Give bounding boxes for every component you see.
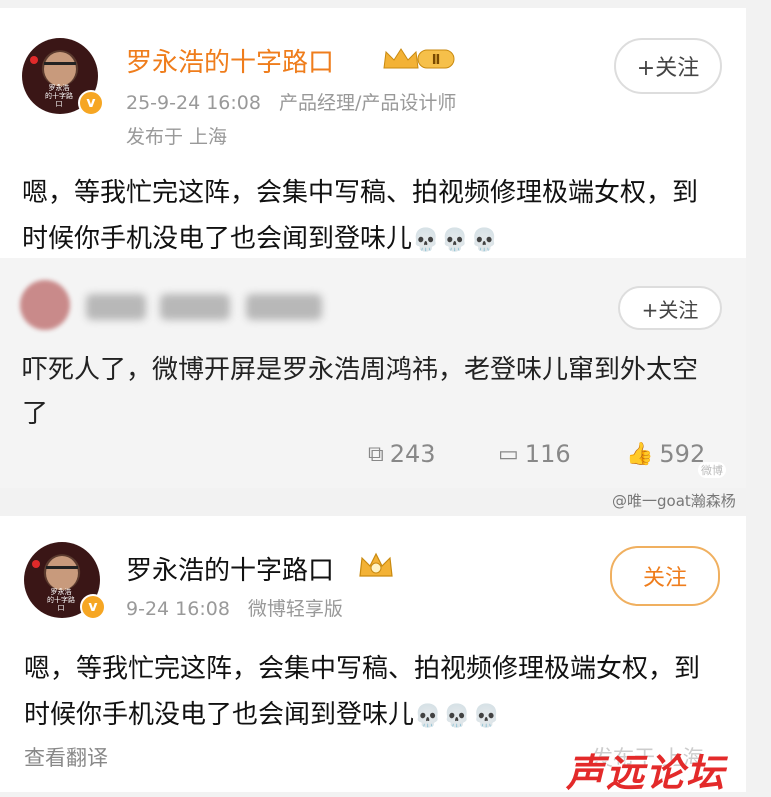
repost-follow-button[interactable]: +关注: [618, 286, 722, 330]
post-source: 微博轻享版: [247, 598, 343, 620]
author-watermark: @唯一goat瀚森杨: [612, 492, 736, 510]
like-action[interactable]: 👍 592: [626, 440, 705, 468]
crown-icon: [359, 552, 393, 577]
follow-button[interactable]: 关注: [610, 546, 720, 606]
weibo-tiny-watermark: 微博: [698, 462, 726, 478]
comment-action[interactable]: ▭ 116: [498, 440, 571, 468]
avatar-glasses: [44, 62, 76, 71]
share-icon: ⧉: [368, 441, 384, 467]
follow-button[interactable]: +关注: [614, 38, 722, 94]
user-title: 产品经理/产品设计师: [278, 92, 457, 114]
post-time: 9-24 16:08: [126, 598, 230, 620]
thumbs-up-icon: 👍: [626, 441, 654, 467]
blurred-avatar: [20, 280, 70, 330]
repost-text: 吓死人了，微博开屏是罗永浩周鸿祎，老登味儿窜到外太空了: [22, 355, 699, 429]
skull-emoji-icon: 💀💀💀: [414, 704, 503, 729]
post-body: 嗯，等我忙完这阵，会集中写稿、拍视频修理极端女权，到时候你手机没电了也会闻到登味…: [24, 646, 724, 740]
level-badge-text: Ⅱ: [432, 53, 441, 68]
post-text: 嗯，等我忙完这阵，会集中写稿、拍视频修理极端女权，到时候你手机没电了也会闻到登味…: [22, 178, 699, 254]
red-dot-icon: [30, 56, 38, 64]
username[interactable]: 罗永浩的十字路口: [126, 550, 334, 587]
comment-count: 116: [524, 440, 571, 468]
translate-link[interactable]: 查看翻译: [24, 742, 108, 772]
post-time: 25-9-24 16:08: [126, 92, 261, 114]
vip-crown-badge-icon: Ⅱ: [383, 48, 455, 69]
blurred-name: [246, 294, 322, 320]
skull-emoji-icon: 💀💀💀: [412, 228, 501, 253]
red-dot-icon: [32, 560, 40, 568]
blurred-name: [160, 294, 230, 320]
weibo-post-card-1: 罗永浩 的十字路口 v 罗永浩的十字路口 Ⅱ 25-9-24 16:08 产品经理…: [0, 8, 746, 488]
avatar-glasses: [46, 566, 78, 575]
comment-icon: ▭: [498, 441, 519, 467]
verified-badge-icon: v: [80, 594, 106, 620]
post-meta: 9-24 16:08 微博轻享版: [126, 594, 343, 621]
post-text: 嗯，等我忙完这阵，会集中写稿、拍视频修理极端女权，到时候你手机没电了也会闻到登味…: [24, 654, 701, 730]
repost-count: 243: [389, 440, 436, 468]
like-count: 592: [659, 440, 706, 468]
blurred-name: [86, 294, 146, 320]
repost-section: +关注 吓死人了，微博开屏是罗永浩周鸿祎，老登味儿窜到外太空了 ⧉ 243 ▭ …: [0, 258, 746, 488]
post-body: 嗯，等我忙完这阵，会集中写稿、拍视频修理极端女权，到时候你手机没电了也会闻到登味…: [22, 170, 722, 264]
site-logo-watermark: 声远论坛: [566, 751, 727, 795]
avatar-caption: 罗永浩 的十字路口: [47, 588, 75, 612]
verified-badge-icon: v: [78, 90, 104, 116]
repost-action[interactable]: ⧉ 243: [368, 440, 436, 468]
post-meta: 25-9-24 16:08 产品经理/产品设计师: [126, 88, 456, 115]
avatar-caption: 罗永浩 的十字路口: [45, 84, 73, 108]
post-location: 发布于 上海: [126, 126, 228, 148]
username[interactable]: 罗永浩的十字路口: [126, 42, 334, 79]
